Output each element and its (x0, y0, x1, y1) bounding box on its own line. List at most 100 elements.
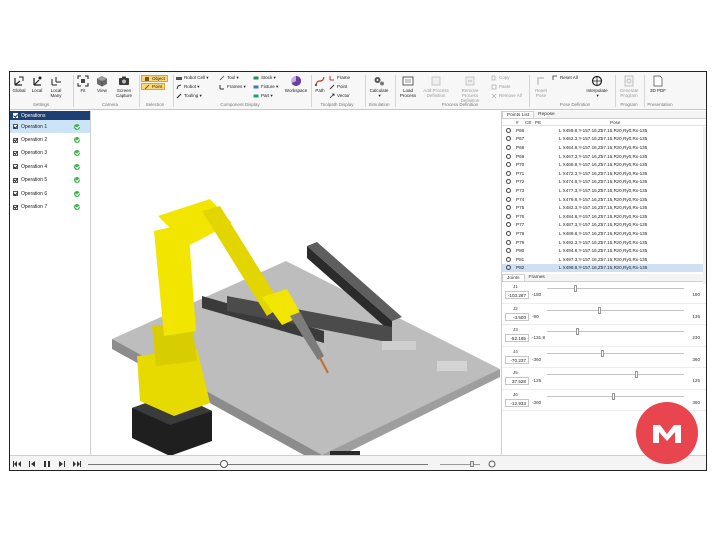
point-row[interactable]: P78 L X489.8,Y-157.16,Z57.15,Rz0,Ry0,Rx-1… (502, 229, 706, 238)
vector-toggle[interactable]: Vector (329, 92, 350, 99)
step-back-icon[interactable] (28, 460, 36, 468)
skip-to-start-icon[interactable] (13, 460, 21, 468)
joint-slider-track[interactable] (547, 288, 684, 290)
joint-value-input[interactable]: -52.165 (505, 334, 529, 343)
robot-cell-scene[interactable] (92, 111, 500, 465)
pause-icon[interactable] (43, 460, 51, 468)
point-radio[interactable] (506, 187, 511, 193)
point-row[interactable]: P67 L X462.3,Y-157.16,Z57.15,Rz0,Ry0,Rx-1… (502, 135, 706, 144)
point-row[interactable]: P74 L X479.8,Y-157.16,Z57.15,Rz0,Ry0,Rx-1… (502, 195, 706, 204)
remove-all-button[interactable]: Remove All (491, 92, 522, 99)
joint-slider-track[interactable] (547, 331, 684, 333)
part-dropdown[interactable]: Part ▾ (253, 92, 273, 99)
paste-button[interactable]: Paste (491, 83, 511, 90)
joint-slider-track[interactable] (547, 395, 684, 397)
point-row[interactable]: P66 L X459.8,Y-157.16,Z57.15,Rz0,Ry0,Rx-1… (502, 126, 706, 135)
fixture-dropdown[interactable]: Fixture ▾ (253, 83, 278, 90)
operation-item[interactable]: Operation 2 (10, 133, 90, 146)
step-forward-icon[interactable] (58, 460, 66, 468)
point-row[interactable]: P82 L X499.8,Y-157.16,Z57.15,Rz0,Ry0,Rx-1… (502, 263, 706, 273)
operation-item[interactable]: Operation 1 (10, 120, 90, 134)
workspace-button[interactable]: Workspace (283, 75, 309, 93)
joint-slider-thumb[interactable] (635, 371, 639, 379)
reset-pose-button[interactable]: Reset Pose (532, 75, 550, 98)
point-radio[interactable] (506, 170, 511, 176)
joint-value-input[interactable]: -103.287 (505, 291, 529, 300)
object-selection-toggle[interactable]: Object (141, 75, 169, 82)
point-row[interactable]: P77 L X487.3,Y-157.16,Z57.15,Rz0,Ry0,Rx-1… (502, 221, 706, 230)
point-radio[interactable] (506, 179, 511, 185)
point-radio[interactable] (506, 265, 511, 271)
point-radio[interactable] (506, 136, 511, 142)
tab-joints[interactable]: Joints (502, 274, 525, 282)
tab-repose[interactable]: Repose (534, 111, 559, 118)
screen-capture-button[interactable]: Screen Capture (113, 75, 135, 98)
remove-process-definition-button[interactable]: Remove Process Definition (453, 75, 487, 103)
tab-points-list[interactable]: Points List (502, 111, 535, 118)
point-row[interactable]: P73 L X477.3,Y-157.16,Z57.15,Rz0,Ry0,Rx-1… (502, 186, 706, 195)
operation-checkbox[interactable] (13, 150, 18, 156)
point-radio[interactable] (506, 196, 511, 202)
point-row[interactable]: P71 L X472.3,Y-157.16,Z57.15,Rz0,Ry0,Rx-1… (502, 169, 706, 178)
joint-slider-thumb[interactable] (575, 328, 579, 336)
operation-item[interactable]: Operation 6 (10, 187, 90, 200)
speed-thumb[interactable] (470, 461, 474, 467)
joint-value-input[interactable]: -70.237 (505, 355, 529, 364)
tooling-dropdown[interactable]: Tooling ▾ (176, 92, 202, 99)
point-radio[interactable] (506, 239, 511, 245)
point-radio[interactable] (506, 144, 511, 150)
interpolate-button[interactable]: Interpolate ▾ (583, 75, 611, 98)
generate-program-button[interactable]: Generate Program (617, 75, 641, 98)
joint-value-input[interactable]: -3.500 (505, 312, 529, 321)
joint-slider-track[interactable] (547, 352, 684, 354)
calculate-button[interactable]: Calculate ▾ (367, 75, 391, 98)
path-dropdown[interactable]: Path (313, 75, 327, 93)
joint-slider-track[interactable] (547, 309, 684, 311)
reset-all-button[interactable]: Reset All (552, 74, 578, 81)
timeline-slider[interactable] (88, 464, 428, 465)
timeline-thumb[interactable] (220, 460, 228, 468)
point-row[interactable]: P76 L X484.8,Y-157.16,Z57.15,Rz0,Ry0,Rx-1… (502, 212, 706, 221)
point-row[interactable]: P68 L X464.8,Y-157.16,Z57.15,Rz0,Ry0,Rx-1… (502, 143, 706, 152)
point-radio[interactable] (506, 230, 511, 236)
joint-value-input[interactable]: -12.933 (505, 398, 529, 407)
joint-slider-thumb[interactable] (597, 306, 601, 314)
stock-dropdown[interactable]: Stock ▾ (253, 74, 276, 81)
frames-dropdown[interactable]: Frames ▾ (219, 83, 246, 90)
point-row[interactable]: P81 L X497.3,Y-157.16,Z57.15,Rz0,Ry0,Rx-1… (502, 255, 706, 264)
joint-slider-thumb[interactable] (574, 285, 578, 293)
point-row[interactable]: P70 L X469.8,Y-157.16,Z57.15,Rz0,Ry0,Rx-1… (502, 160, 706, 169)
point-radio[interactable] (506, 162, 511, 168)
operation-item[interactable]: Operation 4 (10, 160, 90, 173)
point-toggle[interactable]: Point (329, 83, 347, 90)
operation-checkbox[interactable] (13, 191, 18, 197)
operation-item[interactable]: Operation 3 (10, 147, 90, 160)
points-scrollbar[interactable] (703, 127, 706, 284)
joint-slider-thumb[interactable] (600, 349, 604, 357)
operation-checkbox[interactable] (13, 137, 18, 143)
point-radio[interactable] (506, 222, 511, 228)
robot-cell-dropdown[interactable]: Robot Cell ▾ (176, 74, 209, 81)
local-button[interactable]: Local (30, 75, 44, 93)
operation-checkbox[interactable] (13, 164, 18, 170)
point-row[interactable]: P79 L X492.3,Y-157.16,Z57.15,Rz0,Ry0,Rx-1… (502, 238, 706, 247)
operation-item[interactable]: Operation 7 (10, 200, 90, 213)
point-selection-toggle[interactable]: Point (141, 83, 166, 90)
operation-checkbox[interactable] (13, 177, 18, 183)
view-button[interactable]: View (94, 75, 110, 93)
tool-dropdown[interactable]: Tool ▾ (219, 74, 239, 81)
point-row[interactable]: P80 L X494.8,Y-157.16,Z57.15,Rz0,Ry0,Rx-1… (502, 246, 706, 255)
fit-button[interactable]: Fit (76, 75, 90, 93)
point-row[interactable]: P75 L X482.3,Y-157.16,Z57.15,Rz0,Ry0,Rx-1… (502, 203, 706, 212)
3d-pdf-button[interactable]: 3D PDF (648, 75, 668, 93)
robot-dropdown[interactable]: Robot ▾ (176, 83, 200, 90)
loop-icon[interactable] (488, 460, 496, 468)
add-process-definition-button[interactable]: Add Process Definition (421, 75, 451, 98)
3d-viewport[interactable] (92, 111, 500, 465)
copy-button[interactable]: Copy (491, 74, 510, 81)
operation-item[interactable]: Operation 5 (10, 174, 90, 187)
local-many-button[interactable]: Local Many (48, 75, 64, 98)
operation-checkbox[interactable] (13, 204, 18, 210)
point-radio[interactable] (506, 127, 511, 133)
joint-slider-thumb[interactable] (611, 392, 615, 400)
